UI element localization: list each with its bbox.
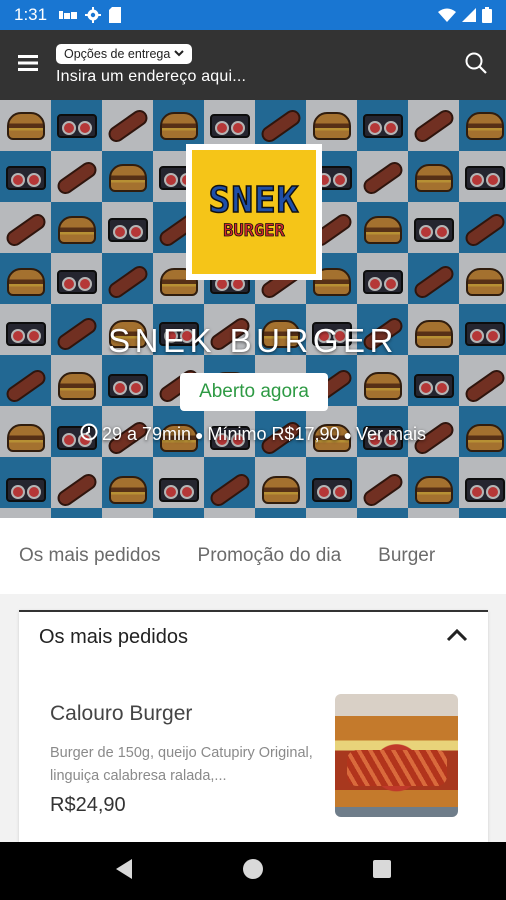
- menu-icon: [18, 54, 38, 76]
- store-meta-row: 29 a 79min ● Mínimo R$17,90 ● Ver mais: [0, 423, 506, 446]
- section-title: Os mais pedidos: [39, 625, 188, 648]
- menu-item[interactable]: Calouro Burger Burger de 150g, queijo Ca…: [19, 694, 488, 832]
- menu-section-card: Os mais pedidos Calouro Burger Burger de…: [19, 610, 488, 842]
- tab-os-mais-pedidos[interactable]: Os mais pedidos: [19, 545, 161, 567]
- notification-icon: [59, 9, 78, 21]
- item-name: Calouro Burger: [50, 702, 193, 725]
- separator-dot: ●: [195, 426, 204, 443]
- category-tabs: Os mais pedidos Promoção do dia Burger: [0, 518, 506, 594]
- address-input[interactable]: Insira um endereço aqui...: [56, 68, 446, 86]
- logo-text-snek: SNEK: [208, 180, 300, 221]
- tab-burger[interactable]: Burger: [378, 545, 435, 567]
- store-logo-art: SNEK BURGER: [192, 150, 316, 274]
- section-header[interactable]: Os mais pedidos: [19, 612, 488, 662]
- store-name: SNEK BURGER: [108, 322, 398, 359]
- store-status-text: Aberto agora: [199, 381, 309, 402]
- settings-icon: [85, 7, 102, 23]
- delivery-options-label: Opções de entrega: [64, 47, 171, 61]
- item-photo: [335, 694, 458, 817]
- delivery-time: 29 a 79min: [101, 424, 191, 444]
- status-time: 1:31: [14, 5, 48, 24]
- see-more-link[interactable]: Ver mais: [356, 424, 426, 445]
- item-description: Burger de 150g, queijo Catupiry Original…: [50, 745, 313, 784]
- tab-promocao-do-dia[interactable]: Promoção do dia: [198, 545, 342, 567]
- separator-dot: ●: [343, 426, 353, 443]
- system-nav-bar: [0, 842, 506, 900]
- app-bar: Opções de entrega Insira um endereço aqu…: [0, 30, 506, 100]
- store-hero-banner: SNEK BURGER SNEK BURGER Aberto agora 29 …: [0, 100, 506, 518]
- store-logo: SNEK BURGER: [186, 144, 322, 280]
- home-icon[interactable]: [242, 858, 264, 885]
- wifi-icon: [438, 8, 456, 22]
- back-icon[interactable]: [114, 858, 134, 885]
- recents-icon[interactable]: [372, 859, 392, 884]
- signal-icon: [462, 8, 476, 22]
- chevron-down-icon: [174, 49, 185, 60]
- store-status-badge: Aberto agora: [180, 373, 328, 411]
- item-price: R$24,90: [50, 794, 126, 816]
- menu-button[interactable]: [0, 30, 56, 100]
- sim-card-icon: [109, 7, 122, 23]
- status-bar: 1:31: [0, 0, 506, 30]
- app-screen: 1:31 Opções de entrega Insira um endereç…: [0, 0, 506, 900]
- battery-icon: [482, 7, 492, 23]
- address-area: Opções de entrega Insira um endereço aqu…: [56, 44, 446, 86]
- clock-icon: [80, 423, 98, 446]
- chevron-up-icon[interactable]: [446, 628, 468, 647]
- search-button[interactable]: [446, 30, 506, 100]
- status-icons-right: [438, 7, 492, 23]
- item-photo-detail: [347, 750, 447, 786]
- minimum-order: Mínimo R$17,90: [207, 424, 340, 444]
- search-icon: [464, 51, 488, 80]
- status-icons-left: [59, 7, 122, 23]
- logo-text-burger: BURGER: [223, 221, 285, 242]
- delivery-options-dropdown[interactable]: Opções de entrega: [56, 44, 193, 64]
